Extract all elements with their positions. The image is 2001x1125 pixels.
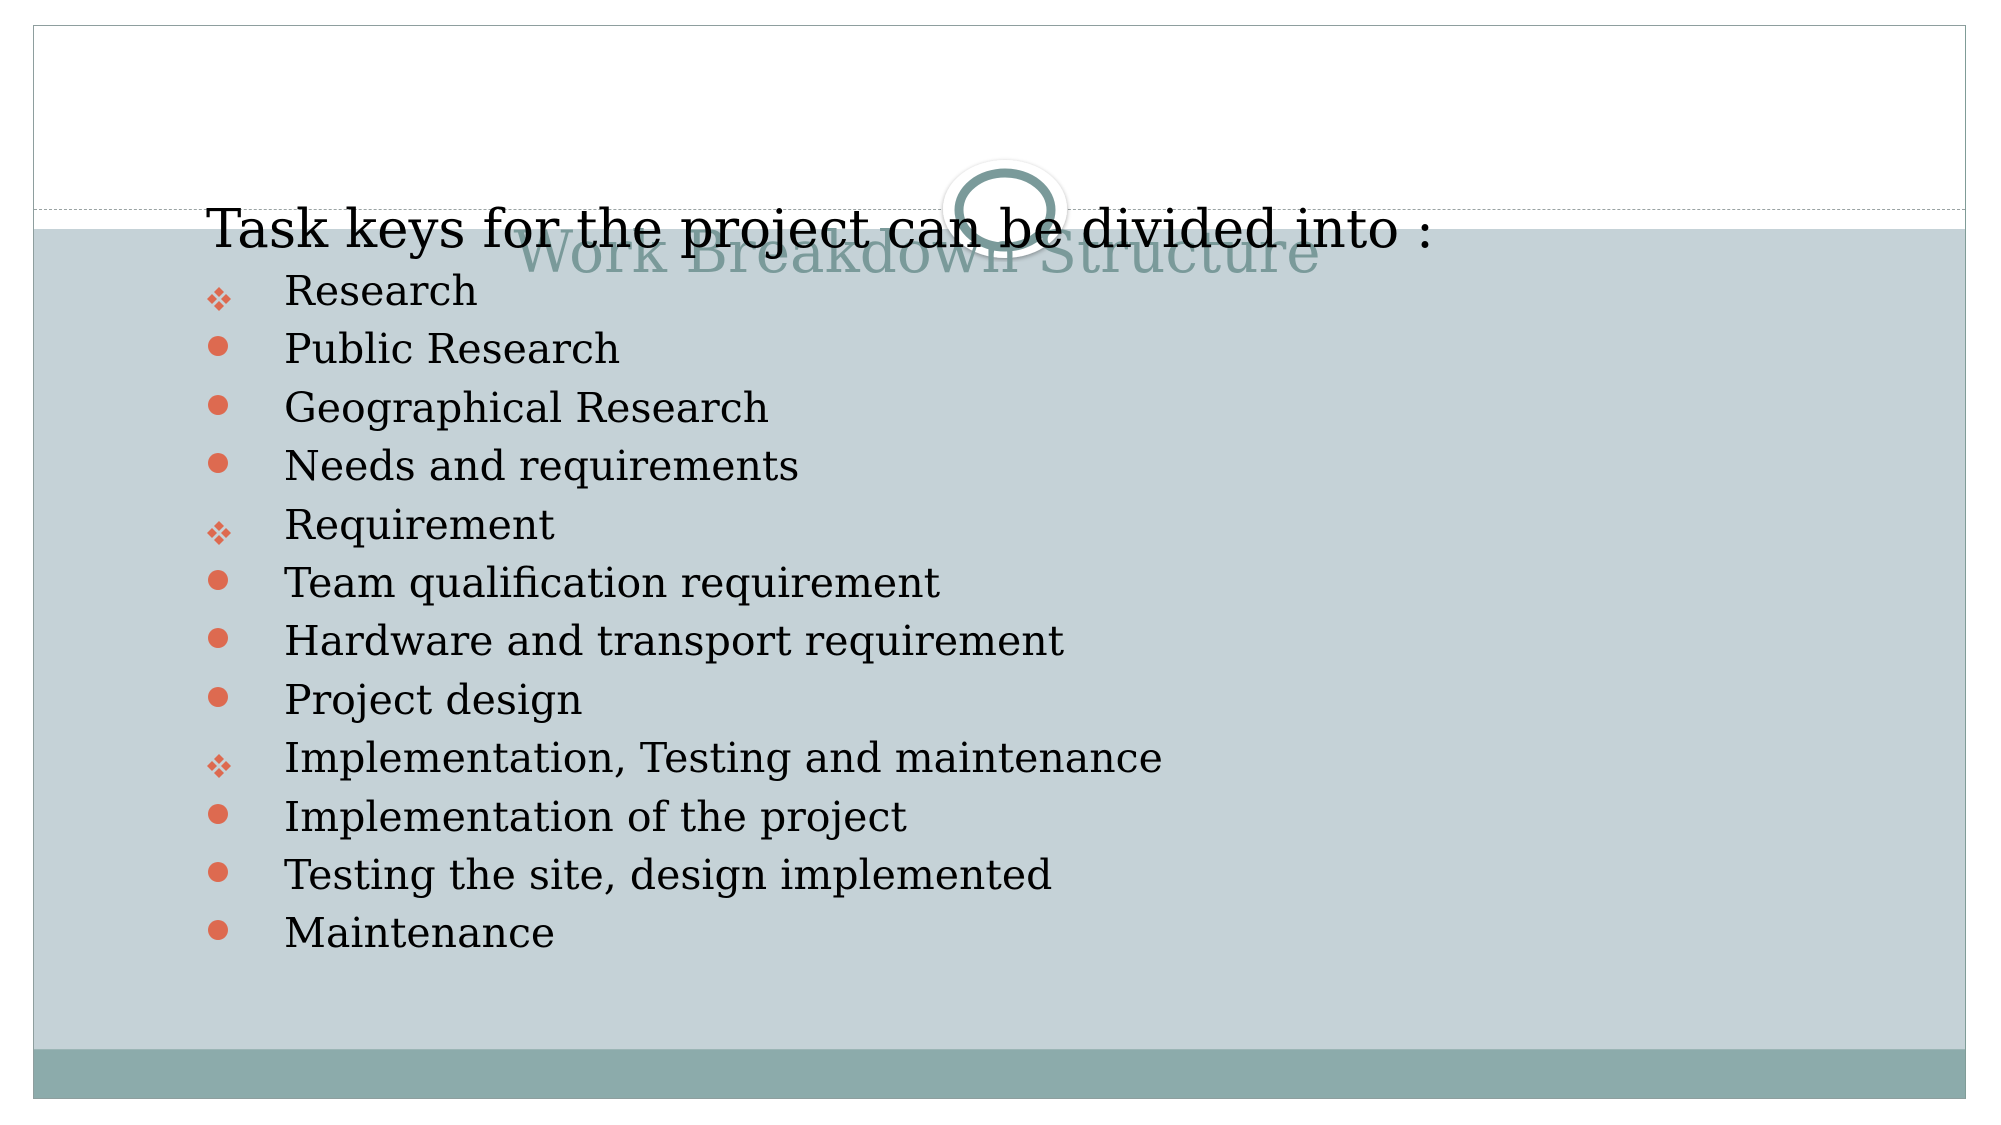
list-item: Requirement (206, 496, 1885, 554)
content-placeholder: Task keys for the project can be divided… (206, 198, 1885, 963)
diamond-bullet-icon (206, 738, 232, 779)
dot-bullet-icon (208, 569, 228, 590)
list-item: Research (206, 262, 1885, 320)
slide: Work Breakdown Structure Task keys for t… (33, 25, 1966, 1099)
dot-bullet-icon (208, 628, 228, 649)
diamond-bullet-icon (206, 271, 232, 311)
list-item-label: Testing the site, design implemented (284, 850, 1053, 899)
list-item-label: Geographical Research (284, 383, 770, 432)
list-item-label: Requirement (284, 500, 555, 549)
dot-bullet-icon (208, 453, 228, 474)
list-item-label: Maintenance (284, 909, 556, 958)
dot-bullet-icon (208, 803, 228, 824)
list-item: Project design (206, 671, 1885, 729)
diamond-bullet-icon (206, 505, 232, 545)
slide-footer-band (34, 1049, 1965, 1098)
list-item-label: Implementation, Testing and maintenance (284, 734, 1163, 783)
dot-bullet-icon (208, 686, 228, 707)
intro-text: Task keys for the project can be divided… (206, 199, 1434, 260)
list-item: Implementation, Testing and maintenance (206, 729, 1885, 787)
list-item-label: Implementation of the project (284, 792, 907, 841)
list-item-label: Team qualification requirement (284, 558, 941, 607)
dot-bullet-icon (208, 920, 228, 941)
list-item-label: Research (284, 267, 478, 315)
dot-bullet-icon (208, 336, 228, 357)
bullet-list: Research Public Research Geographical Rese… (206, 262, 1885, 963)
list-item: Implementation of the project (206, 788, 1885, 846)
list-item: Needs and requirements (206, 437, 1885, 495)
list-item: Geographical Research (206, 379, 1885, 437)
list-item-label: Hardware and transport requirement (284, 617, 1065, 666)
dot-bullet-icon (208, 861, 228, 882)
list-item: Public Research (206, 320, 1885, 378)
list-item-label: Public Research (284, 325, 621, 374)
list-item-label: Project design (284, 675, 583, 724)
list-item: Testing the site, design implemented (206, 846, 1885, 904)
dot-bullet-icon (208, 394, 228, 415)
list-item: Team qualification requirement (206, 554, 1885, 612)
list-item: Hardware and transport requirement (206, 612, 1885, 670)
list-item-label: Needs and requirements (284, 442, 800, 491)
list-item: Maintenance (206, 904, 1885, 962)
